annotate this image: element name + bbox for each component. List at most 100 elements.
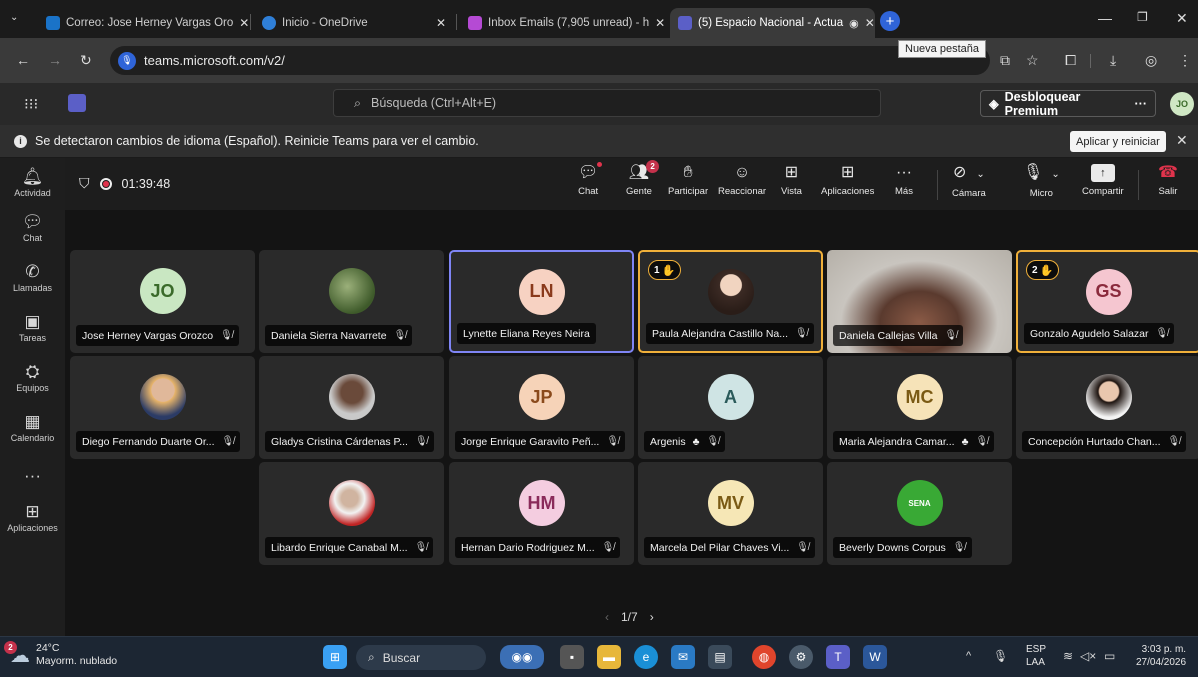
more-icon[interactable]: ··· xyxy=(1135,97,1148,111)
teams-taskbar-icon[interactable]: T xyxy=(826,645,850,669)
participant-tile[interactable]: Libardo Enrique Canabal M... 🎙︎̸ xyxy=(259,462,444,565)
tab-inbox[interactable]: Inbox Emails (7,905 unread) - h ✕ xyxy=(460,8,668,38)
control-reaccionar[interactable]: ☺ Reaccionar xyxy=(718,164,766,197)
dismiss-notification-icon[interactable]: ✕ xyxy=(1176,132,1188,149)
rail-item-calendario[interactable]: ▦ Calendario xyxy=(0,403,65,453)
back-icon[interactable]: ← xyxy=(16,52,30,68)
close-icon[interactable]: ✕ xyxy=(655,16,665,30)
participant-tile[interactable]: Concepción Hurtado Chan... 🎙︎̸ xyxy=(1016,356,1198,459)
wifi-icon[interactable]: ≋ xyxy=(1063,649,1073,663)
reload-icon[interactable]: ↻ xyxy=(80,52,92,69)
settings-icon[interactable]: ⚙ xyxy=(789,645,813,669)
participant-tile[interactable]: Gladys Cristina Cárdenas P... 🎙︎̸ xyxy=(259,356,444,459)
app-rail: 🔔︎ Actividad 💬︎ Chat ✆ Llamadas ▣ Tareas ⛭ Equipo… xyxy=(0,158,65,636)
raise-hand-icon: ✋︎ xyxy=(683,164,693,181)
meeting-timer: ⛉ 01:39:48 xyxy=(79,175,170,192)
rail-item-actividad[interactable]: 🔔︎ Actividad xyxy=(0,158,65,208)
chrome-icon[interactable]: ◍ xyxy=(752,645,776,669)
participant-name-bar: Maria Alejandra Camar... ♣ 🎙︎̸ xyxy=(833,431,995,452)
tab-onedrive[interactable]: Inicio - OneDrive ✕ xyxy=(254,8,454,38)
taskbar-search-label: Buscar xyxy=(382,650,421,665)
control-participar[interactable]: ✋︎ Participar xyxy=(668,164,708,197)
participant-tile[interactable]: Daniela Sierra Navarrete 🎙︎̸ xyxy=(259,250,444,353)
search-box[interactable]: ⌕ Búsqueda (Ctrl+Alt+E) xyxy=(333,89,881,117)
battery-icon[interactable]: ▭ xyxy=(1104,649,1115,663)
participant-tile[interactable]: JO Jose Herney Vargas Orozco 🎙︎̸ xyxy=(70,250,255,353)
profile-icon[interactable]: ◎ xyxy=(1145,52,1157,69)
participant-tile[interactable]: 1 ✋ Paula Alejandra Castillo Na... 🎙︎̸ xyxy=(638,250,823,353)
camera-button[interactable]: ⊘ ⌄ Cámara xyxy=(952,164,986,199)
rail-item-chat[interactable]: 💬︎ Chat xyxy=(0,203,65,253)
word-icon[interactable]: W xyxy=(863,645,887,669)
rail-item-aplicaciones[interactable]: ⊞ Aplicaciones xyxy=(0,493,65,543)
taskbar-search[interactable]: ⌕ Buscar xyxy=(356,645,486,670)
task-view-icon[interactable]: ▪ xyxy=(560,645,584,669)
participant-tile[interactable]: A Argenis ♣ 🎙︎̸ xyxy=(638,356,823,459)
minimize-button[interactable]: — xyxy=(1098,10,1112,26)
participant-tile[interactable]: SENA Beverly Downs Corpus 🎙︎̸ xyxy=(827,462,1012,565)
participant-tile[interactable]: MV Marcela Del Pilar Chaves Vi... 🎙︎̸ xyxy=(638,462,823,565)
mic-button[interactable]: 🎙︎ ⌄ Micro xyxy=(1023,164,1060,199)
participant-name-bar: Jose Herney Vargas Orozco 🎙︎̸ xyxy=(76,325,239,346)
tab-search-icon[interactable]: ⌄ xyxy=(10,12,18,23)
participant-name: Beverly Downs Corpus xyxy=(839,541,946,554)
participant-name: Concepción Hurtado Chan... xyxy=(1028,435,1161,448)
next-page-icon[interactable]: › xyxy=(650,610,654,624)
edge-icon[interactable]: e xyxy=(634,645,658,669)
avatar-photo xyxy=(1085,374,1132,421)
share-button[interactable]: ↑ Compartir xyxy=(1082,164,1124,197)
new-tab-button[interactable]: + xyxy=(880,11,900,31)
control-aplicaciones[interactable]: ⊞ Aplicaciones xyxy=(821,164,874,197)
participant-tile[interactable]: Daniela Callejas Villa 🎙︎̸ xyxy=(827,250,1012,353)
bookmark-star-icon[interactable]: ☆ xyxy=(1026,52,1039,69)
clock[interactable]: 3:03 p. m. 27/04/2026 xyxy=(1136,643,1186,669)
site-info-icon[interactable]: 🎙︎ xyxy=(118,51,136,70)
download-icon[interactable]: ⤓ xyxy=(1110,52,1116,69)
store-icon[interactable]: ▤ xyxy=(708,645,732,669)
participant-tile[interactable]: GS 2 ✋ Gonzalo Agudelo Salazar 🎙︎̸ xyxy=(1016,250,1198,353)
url-text[interactable]: teams.microsoft.com/v2/ xyxy=(144,53,285,68)
participant-tile[interactable]: LN Lynette Eliana Reyes Neira xyxy=(449,250,634,353)
windows-start-icon[interactable]: ⊞ xyxy=(323,645,347,669)
install-app-icon[interactable]: ⧉ xyxy=(1000,52,1010,69)
close-icon[interactable]: ✕ xyxy=(239,16,248,30)
control-gente[interactable]: 👥︎ 2 Gente xyxy=(626,160,660,197)
volume-muted-icon[interactable]: ◁× xyxy=(1080,649,1096,663)
participant-tile[interactable]: Diego Fernando Duarte Or... 🎙︎̸ xyxy=(70,356,255,459)
participant-tile[interactable]: MC Maria Alejandra Camar... ♣ 🎙︎̸ xyxy=(827,356,1012,459)
app-launcher-icon[interactable]: ⁝⁝⁝ xyxy=(24,95,38,113)
control-vista[interactable]: ⊞ Vista xyxy=(781,164,802,197)
rail-item-llamadas[interactable]: ✆ Llamadas xyxy=(0,253,65,303)
widgets-icon[interactable]: ◉◉ xyxy=(500,645,544,669)
user-avatar[interactable]: JO xyxy=(1170,92,1194,116)
control-divider xyxy=(1138,170,1139,200)
show-hidden-icons[interactable]: ^ xyxy=(966,650,971,662)
close-icon[interactable]: ✕ xyxy=(865,16,875,30)
restore-button[interactable]: ❐ xyxy=(1137,10,1148,24)
extensions-icon[interactable]: ⧠ xyxy=(1065,52,1076,69)
tab-label: (5) Espacio Nacional - Actua xyxy=(698,17,844,29)
rail-item-equipos[interactable]: ⛭ Equipos xyxy=(0,353,65,403)
mic-muted-tray-icon[interactable]: 🎙︎ xyxy=(993,649,1008,663)
participant-tile[interactable]: JP Jorge Enrique Garavito Peñ... 🎙︎̸ xyxy=(449,356,634,459)
leave-button[interactable]: ☎ Salir xyxy=(1158,164,1178,197)
prev-page-icon[interactable]: ‹ xyxy=(605,610,609,624)
weather-widget[interactable]: ☁ 2 24°C Mayorm. nublado xyxy=(4,640,117,668)
tab-teams-meeting[interactable]: (5) Espacio Nacional - Actua ◉ ✕ xyxy=(670,8,875,38)
language-indicator[interactable]: ESP LAA xyxy=(1026,643,1046,669)
file-explorer-icon[interactable]: ▬ xyxy=(597,645,621,669)
premium-button[interactable]: ◈ Desbloquear Premium ··· xyxy=(980,90,1156,118)
close-icon[interactable]: ✕ xyxy=(436,16,446,30)
menu-kebab-icon[interactable]: ⋮ xyxy=(1178,52,1192,69)
control-chat[interactable]: 💬︎ Chat xyxy=(578,162,603,197)
outlook-icon[interactable]: ✉ xyxy=(671,645,695,669)
address-bar[interactable]: 🎙︎ teams.microsoft.com/v2/ xyxy=(110,46,990,75)
apply-restart-button[interactable]: Aplicar y reiniciar xyxy=(1070,131,1166,152)
control-más[interactable]: ··· Más xyxy=(895,164,913,197)
avatar-photo xyxy=(139,374,186,421)
participant-tile[interactable]: HM Hernan Dario Rodriguez M... 🎙︎̸ xyxy=(449,462,634,565)
rail-item-tareas[interactable]: ▣ Tareas xyxy=(0,303,65,353)
tab-correo[interactable]: Correo: Jose Herney Vargas Oro ✕ xyxy=(38,8,248,38)
close-window-button[interactable]: ✕ xyxy=(1176,10,1188,27)
forward-icon[interactable]: → xyxy=(48,52,62,68)
